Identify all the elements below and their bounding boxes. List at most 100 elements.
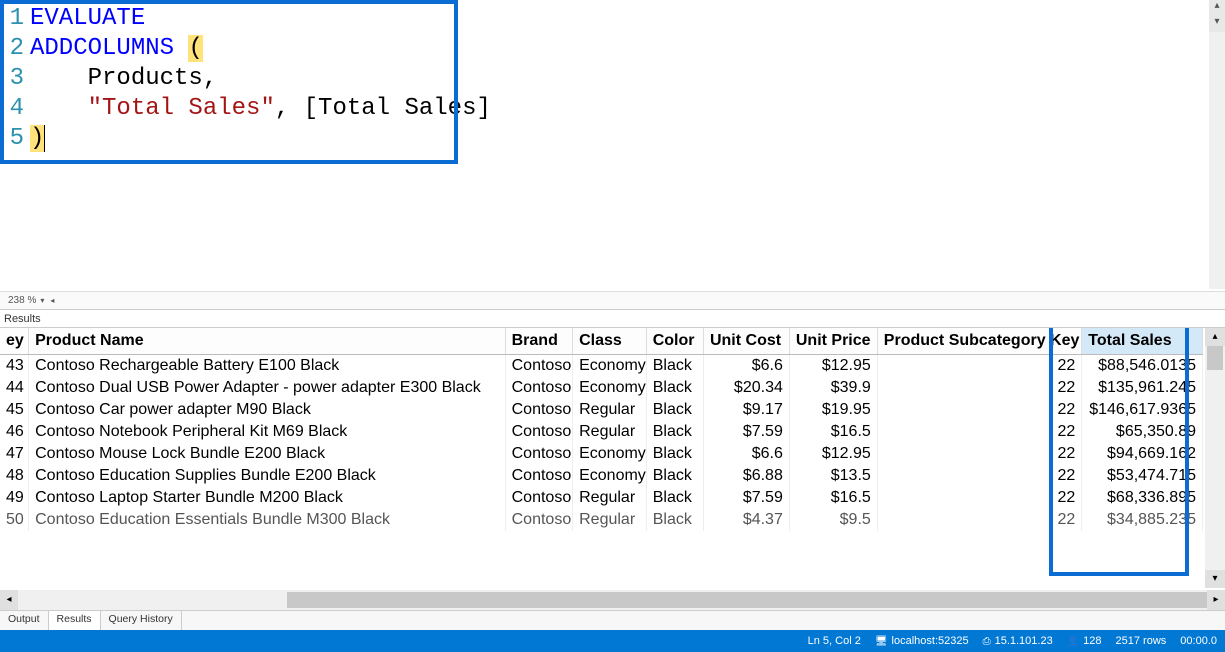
grid-scroll-left-icon[interactable]: ◂ <box>0 590 18 610</box>
cell-brand[interactable]: Contoso <box>505 421 572 443</box>
cell-key[interactable]: 44 <box>0 377 29 399</box>
column-header-ucost[interactable]: Unit Cost <box>703 328 789 355</box>
cell-uprice[interactable]: $16.5 <box>789 487 877 509</box>
cell-subkey[interactable]: 22 <box>877 355 1082 378</box>
cell-class[interactable]: Economy <box>573 355 647 378</box>
editor-vertical-scrollbar[interactable]: ▴ ▾ <box>1209 0 1225 289</box>
cell-ucost[interactable]: $6.6 <box>703 355 789 378</box>
cell-class[interactable]: Economy <box>573 465 647 487</box>
cell-ucost[interactable]: $9.17 <box>703 399 789 421</box>
table-row[interactable]: 44Contoso Dual USB Power Adapter - power… <box>0 377 1203 399</box>
column-header-total[interactable]: Total Sales <box>1082 328 1203 355</box>
column-header-name[interactable]: Product Name <box>29 328 506 355</box>
cell-brand[interactable]: Contoso <box>505 487 572 509</box>
code-line[interactable]: 1EVALUATE <box>0 4 1225 34</box>
cell-ucost[interactable]: $20.34 <box>703 377 789 399</box>
cell-color[interactable]: Black <box>646 443 703 465</box>
grid-scroll-down-icon[interactable]: ▾ <box>1205 570 1225 588</box>
cell-color[interactable]: Black <box>646 487 703 509</box>
table-row[interactable]: 50Contoso Education Essentials Bundle M3… <box>0 509 1203 531</box>
cell-brand[interactable]: Contoso <box>505 443 572 465</box>
cell-subkey[interactable]: 22 <box>877 399 1082 421</box>
cell-key[interactable]: 49 <box>0 487 29 509</box>
cell-uprice[interactable]: $19.95 <box>789 399 877 421</box>
grid-vscroll-thumb[interactable] <box>1207 346 1223 370</box>
table-row[interactable]: 47Contoso Mouse Lock Bundle E200 BlackCo… <box>0 443 1203 465</box>
cell-uprice[interactable]: $12.95 <box>789 443 877 465</box>
cell-brand[interactable]: Contoso <box>505 509 572 531</box>
cell-name[interactable]: Contoso Rechargeable Battery E100 Black <box>29 355 506 378</box>
cell-total[interactable]: $94,669.162 <box>1082 443 1203 465</box>
cell-subkey[interactable]: 22 <box>877 443 1082 465</box>
cell-key[interactable]: 50 <box>0 509 29 531</box>
cell-subkey[interactable]: 22 <box>877 509 1082 531</box>
tab-query-history[interactable]: Query History <box>101 611 182 630</box>
cell-color[interactable]: Black <box>646 509 703 531</box>
cell-key[interactable]: 43 <box>0 355 29 378</box>
zoom-level[interactable]: 238 % <box>0 295 40 306</box>
grid-vertical-scrollbar[interactable]: ▴ ▾ <box>1205 328 1225 588</box>
column-header-brand[interactable]: Brand <box>505 328 572 355</box>
cell-subkey[interactable]: 22 <box>877 421 1082 443</box>
column-header-color[interactable]: Color <box>646 328 703 355</box>
cell-name[interactable]: Contoso Education Supplies Bundle E200 B… <box>29 465 506 487</box>
cell-name[interactable]: Contoso Notebook Peripheral Kit M69 Blac… <box>29 421 506 443</box>
cell-brand[interactable]: Contoso <box>505 465 572 487</box>
table-row[interactable]: 43Contoso Rechargeable Battery E100 Blac… <box>0 355 1203 378</box>
cell-class[interactable]: Regular <box>573 487 647 509</box>
code-editor[interactable]: 1EVALUATE2ADDCOLUMNS (3 Products,4 "Tota… <box>0 0 1225 289</box>
code-text[interactable]: ADDCOLUMNS ( <box>30 34 203 64</box>
cell-color[interactable]: Black <box>646 355 703 378</box>
table-row[interactable]: 45Contoso Car power adapter M90 BlackCon… <box>0 399 1203 421</box>
cell-uprice[interactable]: $9.5 <box>789 509 877 531</box>
cell-subkey[interactable]: 22 <box>877 377 1082 399</box>
cell-name[interactable]: Contoso Education Essentials Bundle M300… <box>29 509 506 531</box>
code-line[interactable]: 5) <box>0 124 1225 154</box>
cell-key[interactable]: 46 <box>0 421 29 443</box>
code-text[interactable]: EVALUATE <box>30 4 145 34</box>
grid-scroll-right-icon[interactable]: ▸ <box>1207 590 1225 610</box>
cell-uprice[interactable]: $12.95 <box>789 355 877 378</box>
cell-name[interactable]: Contoso Car power adapter M90 Black <box>29 399 506 421</box>
cell-total[interactable]: $146,617.9365 <box>1082 399 1203 421</box>
cell-color[interactable]: Black <box>646 421 703 443</box>
cell-total[interactable]: $135,961.245 <box>1082 377 1203 399</box>
cell-class[interactable]: Economy <box>573 443 647 465</box>
cell-class[interactable]: Regular <box>573 509 647 531</box>
scroll-up-icon[interactable]: ▴ <box>1209 0 1225 16</box>
code-line[interactable]: 4 "Total Sales", [Total Sales] <box>0 94 1225 124</box>
cell-total[interactable]: $34,885.235 <box>1082 509 1203 531</box>
tab-results[interactable]: Results <box>49 611 101 630</box>
code-line[interactable]: 3 Products, <box>0 64 1225 94</box>
cell-brand[interactable]: Contoso <box>505 399 572 421</box>
code-text[interactable]: Products, <box>30 64 217 94</box>
cell-class[interactable]: Economy <box>573 377 647 399</box>
cell-brand[interactable]: Contoso <box>505 377 572 399</box>
cell-subkey[interactable]: 22 <box>877 487 1082 509</box>
cell-color[interactable]: Black <box>646 465 703 487</box>
hscroll-left-icon[interactable]: ◂ <box>50 296 54 305</box>
cell-uprice[interactable]: $16.5 <box>789 421 877 443</box>
cell-uprice[interactable]: $39.9 <box>789 377 877 399</box>
cell-key[interactable]: 47 <box>0 443 29 465</box>
scroll-down-icon[interactable]: ▾ <box>1209 16 1225 32</box>
cell-ucost[interactable]: $7.59 <box>703 421 789 443</box>
cell-ucost[interactable]: $4.37 <box>703 509 789 531</box>
zoom-dropdown-icon[interactable]: ▾ <box>40 296 50 305</box>
cell-color[interactable]: Black <box>646 399 703 421</box>
cell-name[interactable]: Contoso Laptop Starter Bundle M200 Black <box>29 487 506 509</box>
column-header-subkey[interactable]: Product Subcategory Key <box>877 328 1082 355</box>
grid-horizontal-scrollbar[interactable]: ◂ ▸ <box>0 590 1225 610</box>
cell-total[interactable]: $53,474.715 <box>1082 465 1203 487</box>
grid-scroll-up-icon[interactable]: ▴ <box>1205 328 1225 346</box>
cell-subkey[interactable]: 22 <box>877 465 1082 487</box>
cell-ucost[interactable]: $6.88 <box>703 465 789 487</box>
cell-uprice[interactable]: $13.5 <box>789 465 877 487</box>
cell-color[interactable]: Black <box>646 377 703 399</box>
cell-class[interactable]: Regular <box>573 399 647 421</box>
column-header-key[interactable]: ey <box>0 328 29 355</box>
cell-total[interactable]: $65,350.89 <box>1082 421 1203 443</box>
column-header-uprice[interactable]: Unit Price <box>789 328 877 355</box>
table-row[interactable]: 48Contoso Education Supplies Bundle E200… <box>0 465 1203 487</box>
cell-name[interactable]: Contoso Dual USB Power Adapter - power a… <box>29 377 506 399</box>
